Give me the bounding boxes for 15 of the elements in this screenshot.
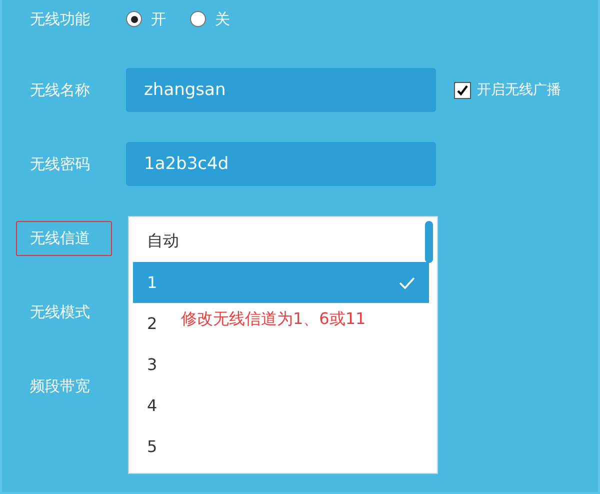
radio-label: 开 [151,10,166,28]
annotation-text: 修改无线信道为1、6或11 [181,309,366,330]
setting-label: 无线密码 [29,154,91,174]
scrollbar-thumb[interactable] [425,221,433,263]
radio-button[interactable] [126,11,142,27]
radio-button[interactable] [190,11,206,27]
checkbox[interactable] [454,82,471,98]
checkbox-label: 开启无线广播 [477,81,561,99]
setting-label: 无线功能 [29,8,91,30]
setting-label: 频段带宽 [29,376,91,396]
setting-label: 无线信道 [16,220,112,256]
check-icon [399,276,415,288]
setting-label: 无线名称 [29,80,91,100]
radio-label: 关 [215,10,230,28]
setting-label: 无线模式 [29,302,91,322]
